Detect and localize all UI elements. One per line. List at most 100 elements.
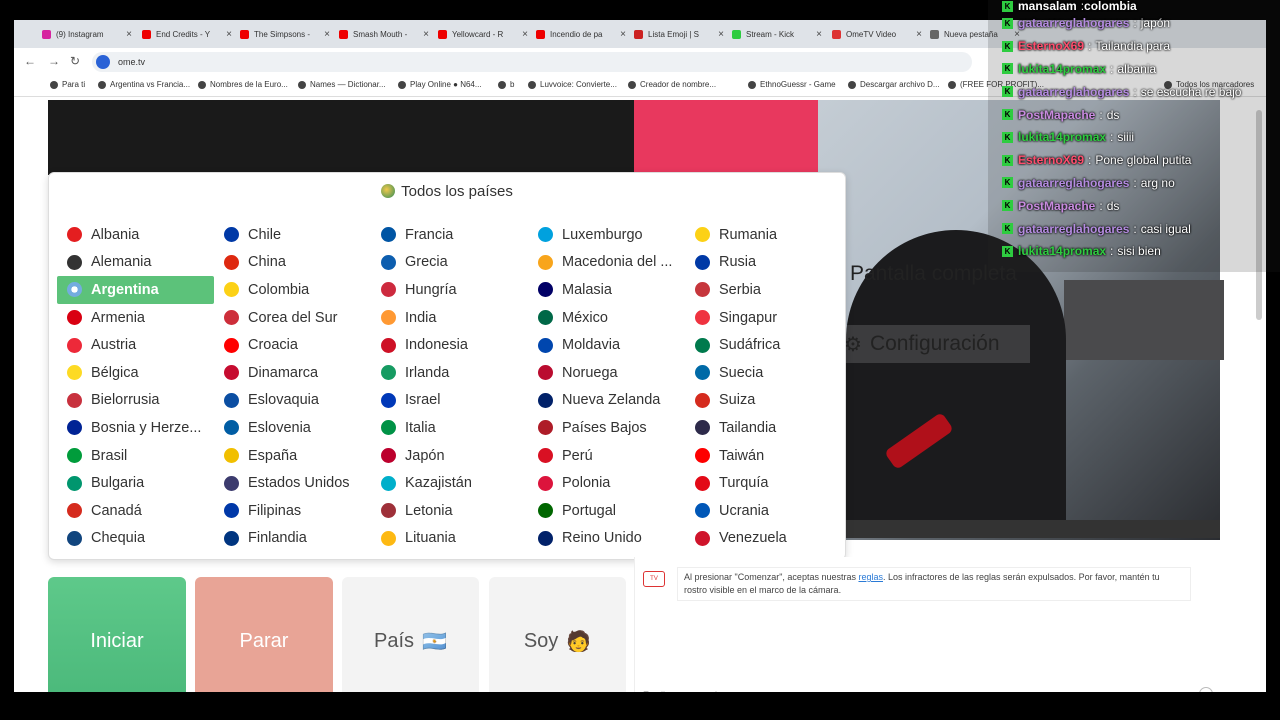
country-option[interactable]: Polonia — [528, 469, 685, 497]
bookmark-item[interactable]: Names — Dictionar... — [298, 80, 386, 89]
country-option[interactable]: Nueva Zelanda — [528, 387, 685, 415]
close-tab-icon[interactable]: × — [816, 29, 822, 40]
reload-icon[interactable]: ↻ — [70, 54, 80, 68]
country-option[interactable]: Venezuela — [685, 525, 842, 553]
country-option[interactable]: México — [528, 304, 685, 332]
country-option[interactable]: Sudáfrica — [685, 331, 842, 359]
browser-tab[interactable]: Incendio de pa × — [536, 24, 626, 44]
country-option[interactable]: India — [371, 304, 528, 332]
rules-link[interactable]: reglas — [858, 572, 883, 582]
country-option[interactable]: Croacia — [214, 331, 371, 359]
country-option[interactable]: Filipinas — [214, 497, 371, 525]
country-option[interactable]: Singapur — [685, 304, 842, 332]
country-option[interactable]: Rumania — [685, 221, 842, 249]
country-option[interactable]: Suiza — [685, 387, 842, 415]
country-option[interactable]: Perú — [528, 442, 685, 470]
country-option[interactable]: Macedonia del ... — [528, 249, 685, 277]
country-option[interactable]: Chile — [214, 221, 371, 249]
country-option[interactable]: Ucrania — [685, 497, 842, 525]
gender-button[interactable]: Soy 🧑 — [489, 577, 626, 692]
close-tab-icon[interactable]: × — [620, 29, 626, 40]
country-option[interactable]: Tailandia — [685, 414, 842, 442]
browser-tab[interactable]: End Credits - Y × — [142, 24, 232, 44]
bookmark-item[interactable]: b — [498, 80, 514, 89]
url-field[interactable]: ome.tv — [92, 52, 972, 72]
close-tab-icon[interactable]: × — [226, 29, 232, 40]
country-option[interactable]: Italia — [371, 414, 528, 442]
country-option[interactable]: Bulgaria — [57, 469, 214, 497]
country-option[interactable]: Moldavia — [528, 331, 685, 359]
browser-tab[interactable]: Lista Emoji | S × — [634, 24, 724, 44]
country-option[interactable]: Luxemburgo — [528, 221, 685, 249]
country-option[interactable]: Lituania — [371, 525, 528, 553]
country-option[interactable]: Corea del Sur — [214, 304, 371, 332]
country-option[interactable]: Serbia — [685, 276, 842, 304]
all-countries-option[interactable]: Todos los países — [49, 183, 845, 200]
bookmark-item[interactable]: Para ti — [50, 80, 85, 89]
country-option[interactable]: Estados Unidos — [214, 469, 371, 497]
forward-icon[interactable]: → — [48, 54, 60, 68]
country-option[interactable]: Suecia — [685, 359, 842, 387]
back-icon[interactable]: ← — [24, 54, 36, 68]
country-option[interactable]: Malasia — [528, 276, 685, 304]
country-option[interactable]: Bielorrusia — [57, 387, 214, 415]
country-option[interactable]: Bosnia y Herze... — [57, 414, 214, 442]
country-option[interactable]: Alemania — [57, 249, 214, 277]
country-option[interactable]: Finlandia — [214, 525, 371, 553]
browser-tab[interactable]: Yellowcard - R × — [438, 24, 528, 44]
settings-button[interactable]: ⚙ Configuración — [844, 325, 1030, 363]
country-option[interactable]: Armenia — [57, 304, 214, 332]
country-option[interactable]: España — [214, 442, 371, 470]
stop-button[interactable]: Parar — [195, 577, 333, 692]
country-option[interactable]: Irlanda — [371, 359, 528, 387]
country-option[interactable]: Canadá — [57, 497, 214, 525]
country-option[interactable]: Albania — [57, 221, 214, 249]
country-option[interactable]: Hungría — [371, 276, 528, 304]
country-option[interactable]: Eslovaquia — [214, 387, 371, 415]
country-option[interactable]: Austria — [57, 331, 214, 359]
bookmark-item[interactable]: Argentina vs Francia... — [98, 80, 190, 89]
close-tab-icon[interactable]: × — [126, 29, 132, 40]
close-tab-icon[interactable]: × — [324, 29, 330, 40]
country-option[interactable]: Francia — [371, 221, 528, 249]
country-option[interactable]: Indonesia — [371, 331, 528, 359]
country-option[interactable]: Argentina — [57, 276, 214, 304]
country-option[interactable]: Portugal — [528, 497, 685, 525]
country-option[interactable]: Eslovenia — [214, 414, 371, 442]
country-option[interactable]: China — [214, 249, 371, 277]
browser-tab[interactable]: Stream - Kick × — [732, 24, 822, 44]
country-option[interactable]: Reino Unido — [528, 525, 685, 553]
close-tab-icon[interactable]: × — [916, 29, 922, 40]
country-option[interactable]: Taiwán — [685, 442, 842, 470]
country-option[interactable]: Israel — [371, 387, 528, 415]
bookmark-item[interactable]: Creador de nombre... — [628, 80, 716, 89]
start-button[interactable]: Iniciar — [48, 577, 186, 692]
bookmark-item[interactable]: Play Online ● N64... — [398, 80, 482, 89]
country-option[interactable]: Turquía — [685, 469, 842, 497]
browser-tab[interactable]: Smash Mouth - × — [339, 24, 429, 44]
country-option[interactable]: Kazajistán — [371, 469, 528, 497]
close-tab-icon[interactable]: × — [718, 29, 724, 40]
close-tab-icon[interactable]: × — [522, 29, 528, 40]
bookmark-item[interactable]: Nombres de la Euro... — [198, 80, 288, 89]
browser-tab[interactable]: The Simpsons - × — [240, 24, 330, 44]
country-option[interactable]: Brasil — [57, 442, 214, 470]
country-option[interactable]: Chequia — [57, 525, 214, 553]
close-tab-icon[interactable]: × — [423, 29, 429, 40]
bookmark-item[interactable]: Descargar archivo D... — [848, 80, 940, 89]
country-option[interactable]: Grecia — [371, 249, 528, 277]
chat-message-input[interactable] — [641, 685, 1215, 692]
country-option[interactable]: Japón — [371, 442, 528, 470]
country-option[interactable]: Dinamarca — [214, 359, 371, 387]
country-option[interactable]: Colombia — [214, 276, 371, 304]
browser-tab[interactable]: OmeTV Video × — [832, 24, 922, 44]
country-option[interactable]: Noruega — [528, 359, 685, 387]
country-option[interactable]: Países Bajos — [528, 414, 685, 442]
country-option[interactable]: Rusia — [685, 249, 842, 277]
bookmark-item[interactable]: EthnoGuessr - Game — [748, 80, 836, 89]
browser-tab[interactable]: (9) Instagram × — [42, 24, 132, 44]
bookmark-item[interactable]: Luvvoice: Convierte... — [528, 80, 617, 89]
country-option[interactable]: Letonia — [371, 497, 528, 525]
country-button[interactable]: País 🇦🇷 — [342, 577, 479, 692]
country-option[interactable]: Bélgica — [57, 359, 214, 387]
